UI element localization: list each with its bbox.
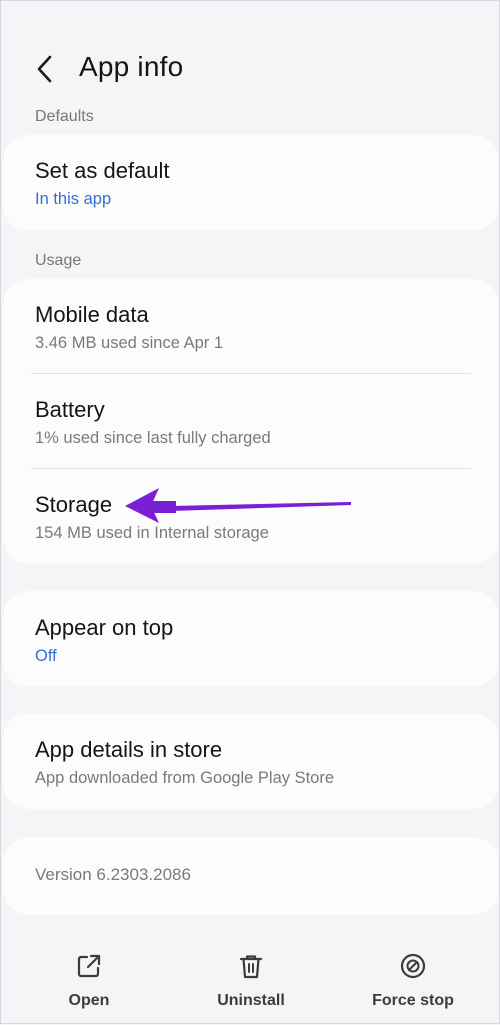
mobile-data-item[interactable]: Mobile data 3.46 MB used since Apr 1 (3, 279, 499, 374)
appear-on-top-item[interactable]: Appear on top Off (3, 591, 499, 667)
trash-icon (236, 951, 266, 981)
open-external-icon (74, 951, 104, 981)
back-button[interactable] (27, 49, 63, 89)
version-text: Version 6.2303.2086 (35, 865, 191, 884)
appear-on-top-title: Appear on top (35, 615, 174, 640)
storage-item[interactable]: Storage 154 MB used in Internal storage (3, 469, 499, 564)
mobile-data-subtitle: 3.46 MB used since Apr 1 (35, 334, 224, 352)
appear-on-top-card: Appear on top Off (3, 591, 499, 687)
storage-subtitle: 154 MB used in Internal storage (35, 524, 269, 542)
set-as-default-title: Set as default (35, 158, 170, 183)
bottom-action-bar: Open Uninstall Force stop (1, 941, 499, 1025)
storage-title: Storage (35, 492, 113, 517)
page-title: App info (79, 51, 184, 82)
block-icon (398, 951, 428, 981)
defaults-card: Set as default In this app (3, 135, 499, 231)
version-item: Version 6.2303.2086 (3, 837, 499, 885)
uninstall-label: Uninstall (217, 992, 285, 1009)
app-details-subtitle: App downloaded from Google Play Store (35, 769, 335, 787)
battery-subtitle: 1% used since last fully charged (35, 429, 271, 447)
version-card: Version 6.2303.2086 (3, 837, 499, 915)
set-as-default-item[interactable]: Set as default In this app (3, 135, 499, 210)
uninstall-button[interactable]: Uninstall (181, 941, 321, 1010)
app-bar: App info (1, 1, 499, 111)
set-as-default-subtitle: In this app (35, 190, 112, 208)
force-stop-button[interactable]: Force stop (343, 941, 483, 1010)
force-stop-label: Force stop (372, 992, 454, 1009)
open-label: Open (68, 992, 110, 1009)
battery-title: Battery (35, 397, 105, 422)
section-label-usage: Usage (35, 252, 82, 269)
battery-item[interactable]: Battery 1% used since last fully charged (3, 374, 499, 469)
app-details-card: App details in store App downloaded from… (3, 713, 499, 809)
section-label-defaults: Defaults (35, 108, 94, 125)
appear-on-top-subtitle: Off (35, 647, 57, 665)
mobile-data-title: Mobile data (35, 302, 149, 327)
usage-card: Mobile data 3.46 MB used since Apr 1 Bat… (3, 279, 499, 564)
app-details-item[interactable]: App details in store App downloaded from… (3, 713, 499, 789)
chevron-left-icon (37, 55, 52, 83)
open-button[interactable]: Open (19, 941, 159, 1010)
app-details-title: App details in store (35, 737, 223, 762)
